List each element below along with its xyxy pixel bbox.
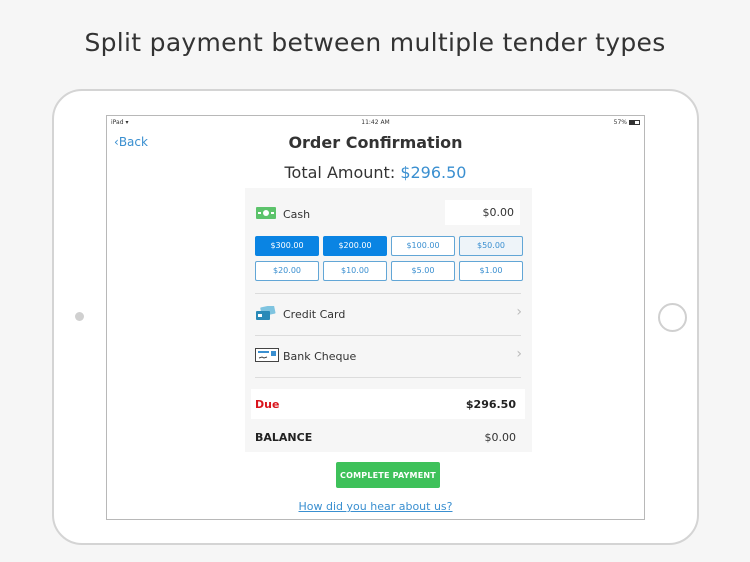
cash-row: Cash xyxy=(255,206,310,223)
battery-status: 57% xyxy=(614,119,640,126)
due-value: $296.50 xyxy=(465,398,516,411)
total-amount: Total Amount: $296.50 xyxy=(107,163,644,182)
cheque-icon xyxy=(255,348,279,365)
divider xyxy=(255,335,521,336)
tender-credit-card[interactable]: Credit Card xyxy=(255,304,521,323)
camera-icon xyxy=(75,312,84,321)
balance-label: BALANCE xyxy=(255,431,313,444)
cash-icon xyxy=(255,206,277,223)
cash-label: Cash xyxy=(283,208,311,221)
divider xyxy=(255,377,521,378)
survey-link[interactable]: How did you hear about us? xyxy=(107,500,644,513)
total-value: $296.50 xyxy=(400,163,467,182)
denom-button-50[interactable]: $50.00 xyxy=(459,236,523,256)
bank-cheque-label: Bank Cheque xyxy=(283,350,357,363)
denom-button-200[interactable]: $200.00 xyxy=(323,236,387,256)
balance-value: $0.00 xyxy=(484,431,517,444)
payment-panel: Cash $300.00 $200.00 $100.00 $50.00 $20.… xyxy=(245,188,532,452)
credit-card-icon xyxy=(255,304,277,323)
total-label: Total Amount: xyxy=(284,163,396,182)
chevron-right-icon: › xyxy=(516,304,522,320)
denom-button-10[interactable]: $10.00 xyxy=(323,261,387,281)
denom-button-5[interactable]: $5.00 xyxy=(391,261,455,281)
denom-button-1[interactable]: $1.00 xyxy=(459,261,523,281)
denomination-grid: $300.00 $200.00 $100.00 $50.00 $20.00 $1… xyxy=(255,236,523,281)
due-row: Due $296.50 xyxy=(251,389,525,419)
cash-amount-input[interactable] xyxy=(445,200,520,225)
home-button[interactable] xyxy=(658,303,687,332)
headline: Split payment between multiple tender ty… xyxy=(84,28,666,57)
denom-button-100[interactable]: $100.00 xyxy=(391,236,455,256)
tender-bank-cheque[interactable]: Bank Cheque xyxy=(255,348,521,365)
chevron-right-icon: › xyxy=(516,346,522,362)
due-label: Due xyxy=(255,398,280,411)
complete-payment-button[interactable]: COMPLETE PAYMENT xyxy=(336,462,440,488)
denom-button-20[interactable]: $20.00 xyxy=(255,261,319,281)
page-title: Order Confirmation xyxy=(288,133,463,152)
divider xyxy=(255,293,521,294)
app-screen: iPad ▾ 11:42 AM 57% ‹Back Order Confirma… xyxy=(106,115,645,520)
credit-card-label: Credit Card xyxy=(283,308,346,321)
battery-icon xyxy=(629,120,640,125)
clock: 11:42 AM xyxy=(361,119,390,126)
status-bar: iPad ▾ 11:42 AM 57% xyxy=(107,116,644,130)
denom-button-300[interactable]: $300.00 xyxy=(255,236,319,256)
